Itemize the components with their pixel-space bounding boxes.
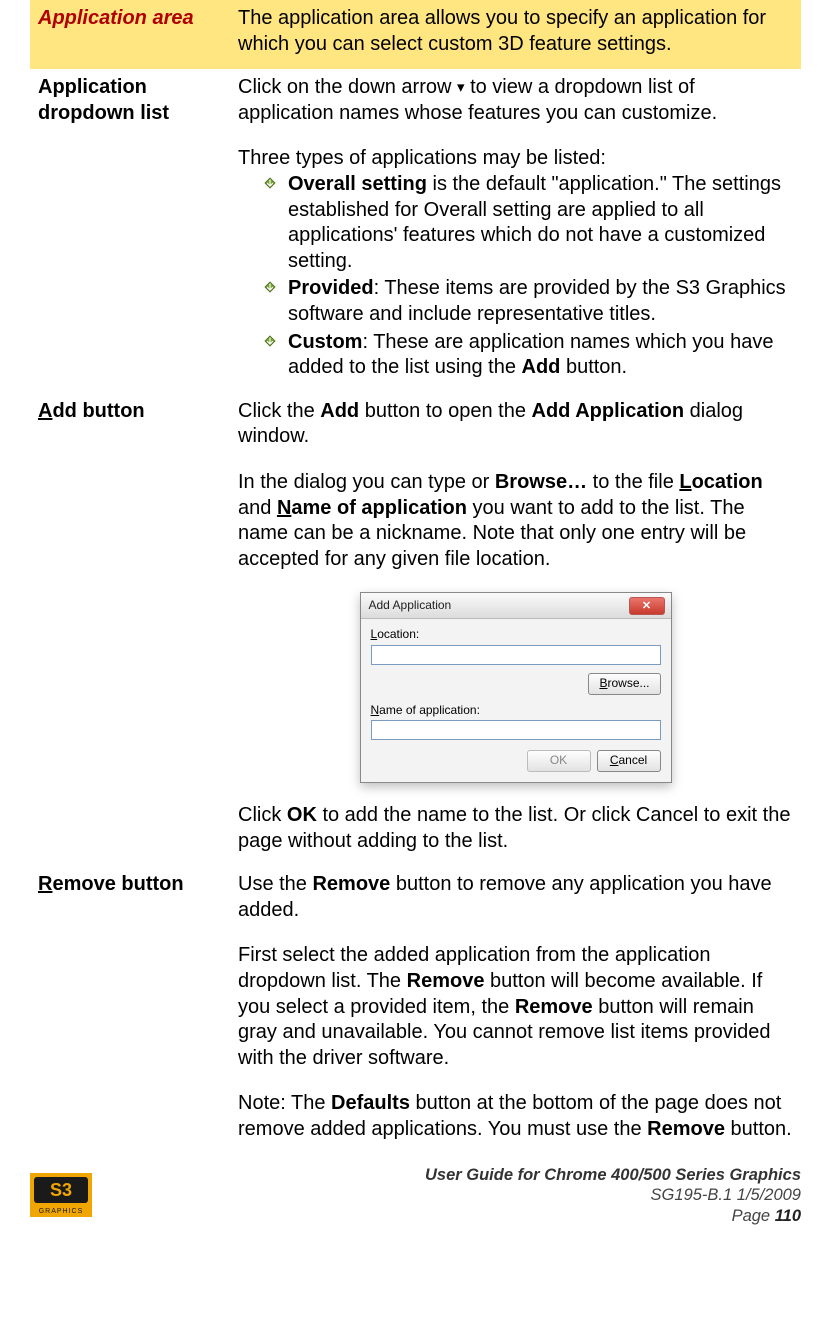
t: to the file bbox=[587, 471, 679, 493]
term-application-area: Application area bbox=[30, 0, 230, 69]
desc-remove-button: Use the Remove button to remove any appl… bbox=[230, 866, 801, 1154]
term-add-button: Add button bbox=[30, 393, 230, 866]
t: Click bbox=[238, 804, 287, 826]
t: button to open the bbox=[359, 400, 531, 422]
document-page: Application area The application area al… bbox=[0, 0, 831, 1155]
li-tail-bold: Add bbox=[522, 356, 561, 378]
li-lead: Provided bbox=[288, 277, 374, 299]
browse-button[interactable]: Browse... bbox=[588, 673, 660, 695]
desc-application-area: The application area allows you to speci… bbox=[230, 0, 801, 69]
t: ame of application bbox=[291, 497, 467, 519]
close-icon: ✕ bbox=[642, 599, 651, 613]
t: ocation bbox=[692, 471, 763, 493]
dialog-action-row: OK Cancel bbox=[371, 750, 661, 772]
desc-dropdown-list: Click on the down arrow ▾ to view a drop… bbox=[230, 69, 801, 393]
name-input[interactable] bbox=[371, 720, 661, 740]
li-lead: Overall setting bbox=[288, 173, 427, 195]
dropdown-intro-a: Click on the down arrow bbox=[238, 76, 457, 98]
ok-button[interactable]: OK bbox=[527, 750, 591, 772]
location-input[interactable] bbox=[371, 645, 661, 665]
t: Browse… bbox=[495, 471, 587, 493]
cancel-button[interactable]: Cancel bbox=[597, 750, 661, 772]
footer-line1: User Guide for Chrome 400/500 Series Gra… bbox=[425, 1165, 801, 1186]
row-application-area: Application area The application area al… bbox=[30, 0, 801, 69]
add-p2: In the dialog you can type or Browse… to… bbox=[238, 470, 793, 572]
li-tail-rest: button. bbox=[560, 356, 627, 378]
remove-p2: First select the added application from … bbox=[238, 943, 793, 1071]
term-remove-rest: emove button bbox=[52, 873, 183, 895]
t: Name of application bbox=[277, 497, 467, 519]
t: rowse... bbox=[607, 676, 649, 690]
t: Use the bbox=[238, 873, 312, 895]
t: L bbox=[679, 471, 691, 493]
t: button. bbox=[725, 1118, 792, 1140]
row-remove-button: Remove button Use the Remove button to r… bbox=[30, 866, 801, 1154]
t: N bbox=[371, 703, 380, 717]
t: N bbox=[277, 497, 291, 519]
term-remove-u: R bbox=[38, 873, 52, 895]
term-dropdown-list: Application dropdown list bbox=[30, 69, 230, 393]
term-add-rest: dd button bbox=[52, 400, 144, 422]
close-button[interactable]: ✕ bbox=[629, 597, 665, 615]
browse-row: Browse... bbox=[371, 673, 661, 695]
dialog-titlebar: Add Application ✕ bbox=[361, 593, 671, 619]
t: ame of application: bbox=[379, 703, 480, 717]
bullet-icon bbox=[264, 335, 276, 347]
t: Remove bbox=[407, 970, 485, 992]
remove-p1: Use the Remove button to remove any appl… bbox=[238, 872, 793, 923]
row-add-button: Add button Click the Add button to open … bbox=[30, 393, 801, 866]
t: OK bbox=[287, 804, 317, 826]
t: Add bbox=[320, 400, 359, 422]
term-add-u: A bbox=[38, 400, 52, 422]
t: In the dialog you can type or bbox=[238, 471, 495, 493]
footer-line2: SG195-B.1 1/5/2009 bbox=[425, 1185, 801, 1206]
t: Remove bbox=[312, 873, 390, 895]
t: Defaults bbox=[331, 1092, 410, 1114]
t: ocation: bbox=[377, 627, 419, 641]
dialog-title: Add Application bbox=[369, 598, 452, 613]
t: Remove bbox=[647, 1118, 725, 1140]
svg-text:S3: S3 bbox=[50, 1180, 72, 1200]
bullet-icon bbox=[264, 177, 276, 189]
definitions-table: Application area The application area al… bbox=[30, 0, 801, 1155]
footer-line3: Page 110 bbox=[425, 1206, 801, 1227]
dialog-body: Location: Browse... Name of application: bbox=[361, 619, 671, 782]
t: to add the name to the list. Or click Ca… bbox=[238, 804, 790, 852]
list-item: Overall setting is the default "applicat… bbox=[264, 172, 793, 274]
svg-text:GRAPHICS: GRAPHICS bbox=[39, 1208, 84, 1215]
t: ancel bbox=[618, 753, 647, 767]
s3-graphics-logo: S3 GRAPHICS bbox=[30, 1173, 92, 1217]
bullet-icon bbox=[264, 281, 276, 293]
add-p3: Click OK to add the name to the list. Or… bbox=[238, 803, 793, 854]
row-dropdown-list: Application dropdown list Click on the d… bbox=[30, 69, 801, 393]
dropdown-arrow-icon: ▾ bbox=[457, 79, 465, 96]
term-remove-button: Remove button bbox=[30, 866, 230, 1154]
footer-page-num: 110 bbox=[775, 1207, 801, 1225]
dropdown-types-list: Overall setting is the default "applicat… bbox=[238, 172, 793, 381]
t: Add Application bbox=[532, 400, 685, 422]
list-item: Custom: These are application names whic… bbox=[264, 330, 793, 381]
t: Location bbox=[679, 471, 762, 493]
t: Click the bbox=[238, 400, 320, 422]
t: Remove bbox=[515, 996, 593, 1018]
footer-page-word: Page bbox=[732, 1207, 775, 1225]
add-application-dialog: Add Application ✕ Location: bbox=[360, 592, 672, 783]
desc-application-area-text: The application area allows you to speci… bbox=[238, 6, 793, 57]
remove-p3: Note: The Defaults button at the bottom … bbox=[238, 1091, 793, 1142]
add-p1: Click the Add button to open the Add App… bbox=[238, 399, 793, 450]
location-label: Location: bbox=[371, 627, 661, 642]
t: Note: The bbox=[238, 1092, 331, 1114]
footer-text: User Guide for Chrome 400/500 Series Gra… bbox=[425, 1165, 801, 1227]
desc-add-button: Click the Add button to open the Add App… bbox=[230, 393, 801, 866]
dropdown-types-intro: Three types of applications may be liste… bbox=[238, 146, 793, 172]
add-application-dialog-figure: Add Application ✕ Location: bbox=[238, 592, 793, 783]
li-lead: Custom bbox=[288, 331, 362, 353]
list-item: Provided: These items are provided by th… bbox=[264, 276, 793, 327]
t: and bbox=[238, 497, 277, 519]
page-footer: S3 GRAPHICS User Guide for Chrome 400/50… bbox=[0, 1155, 831, 1237]
name-label: Name of application: bbox=[371, 703, 661, 718]
dropdown-intro: Click on the down arrow ▾ to view a drop… bbox=[238, 75, 793, 126]
